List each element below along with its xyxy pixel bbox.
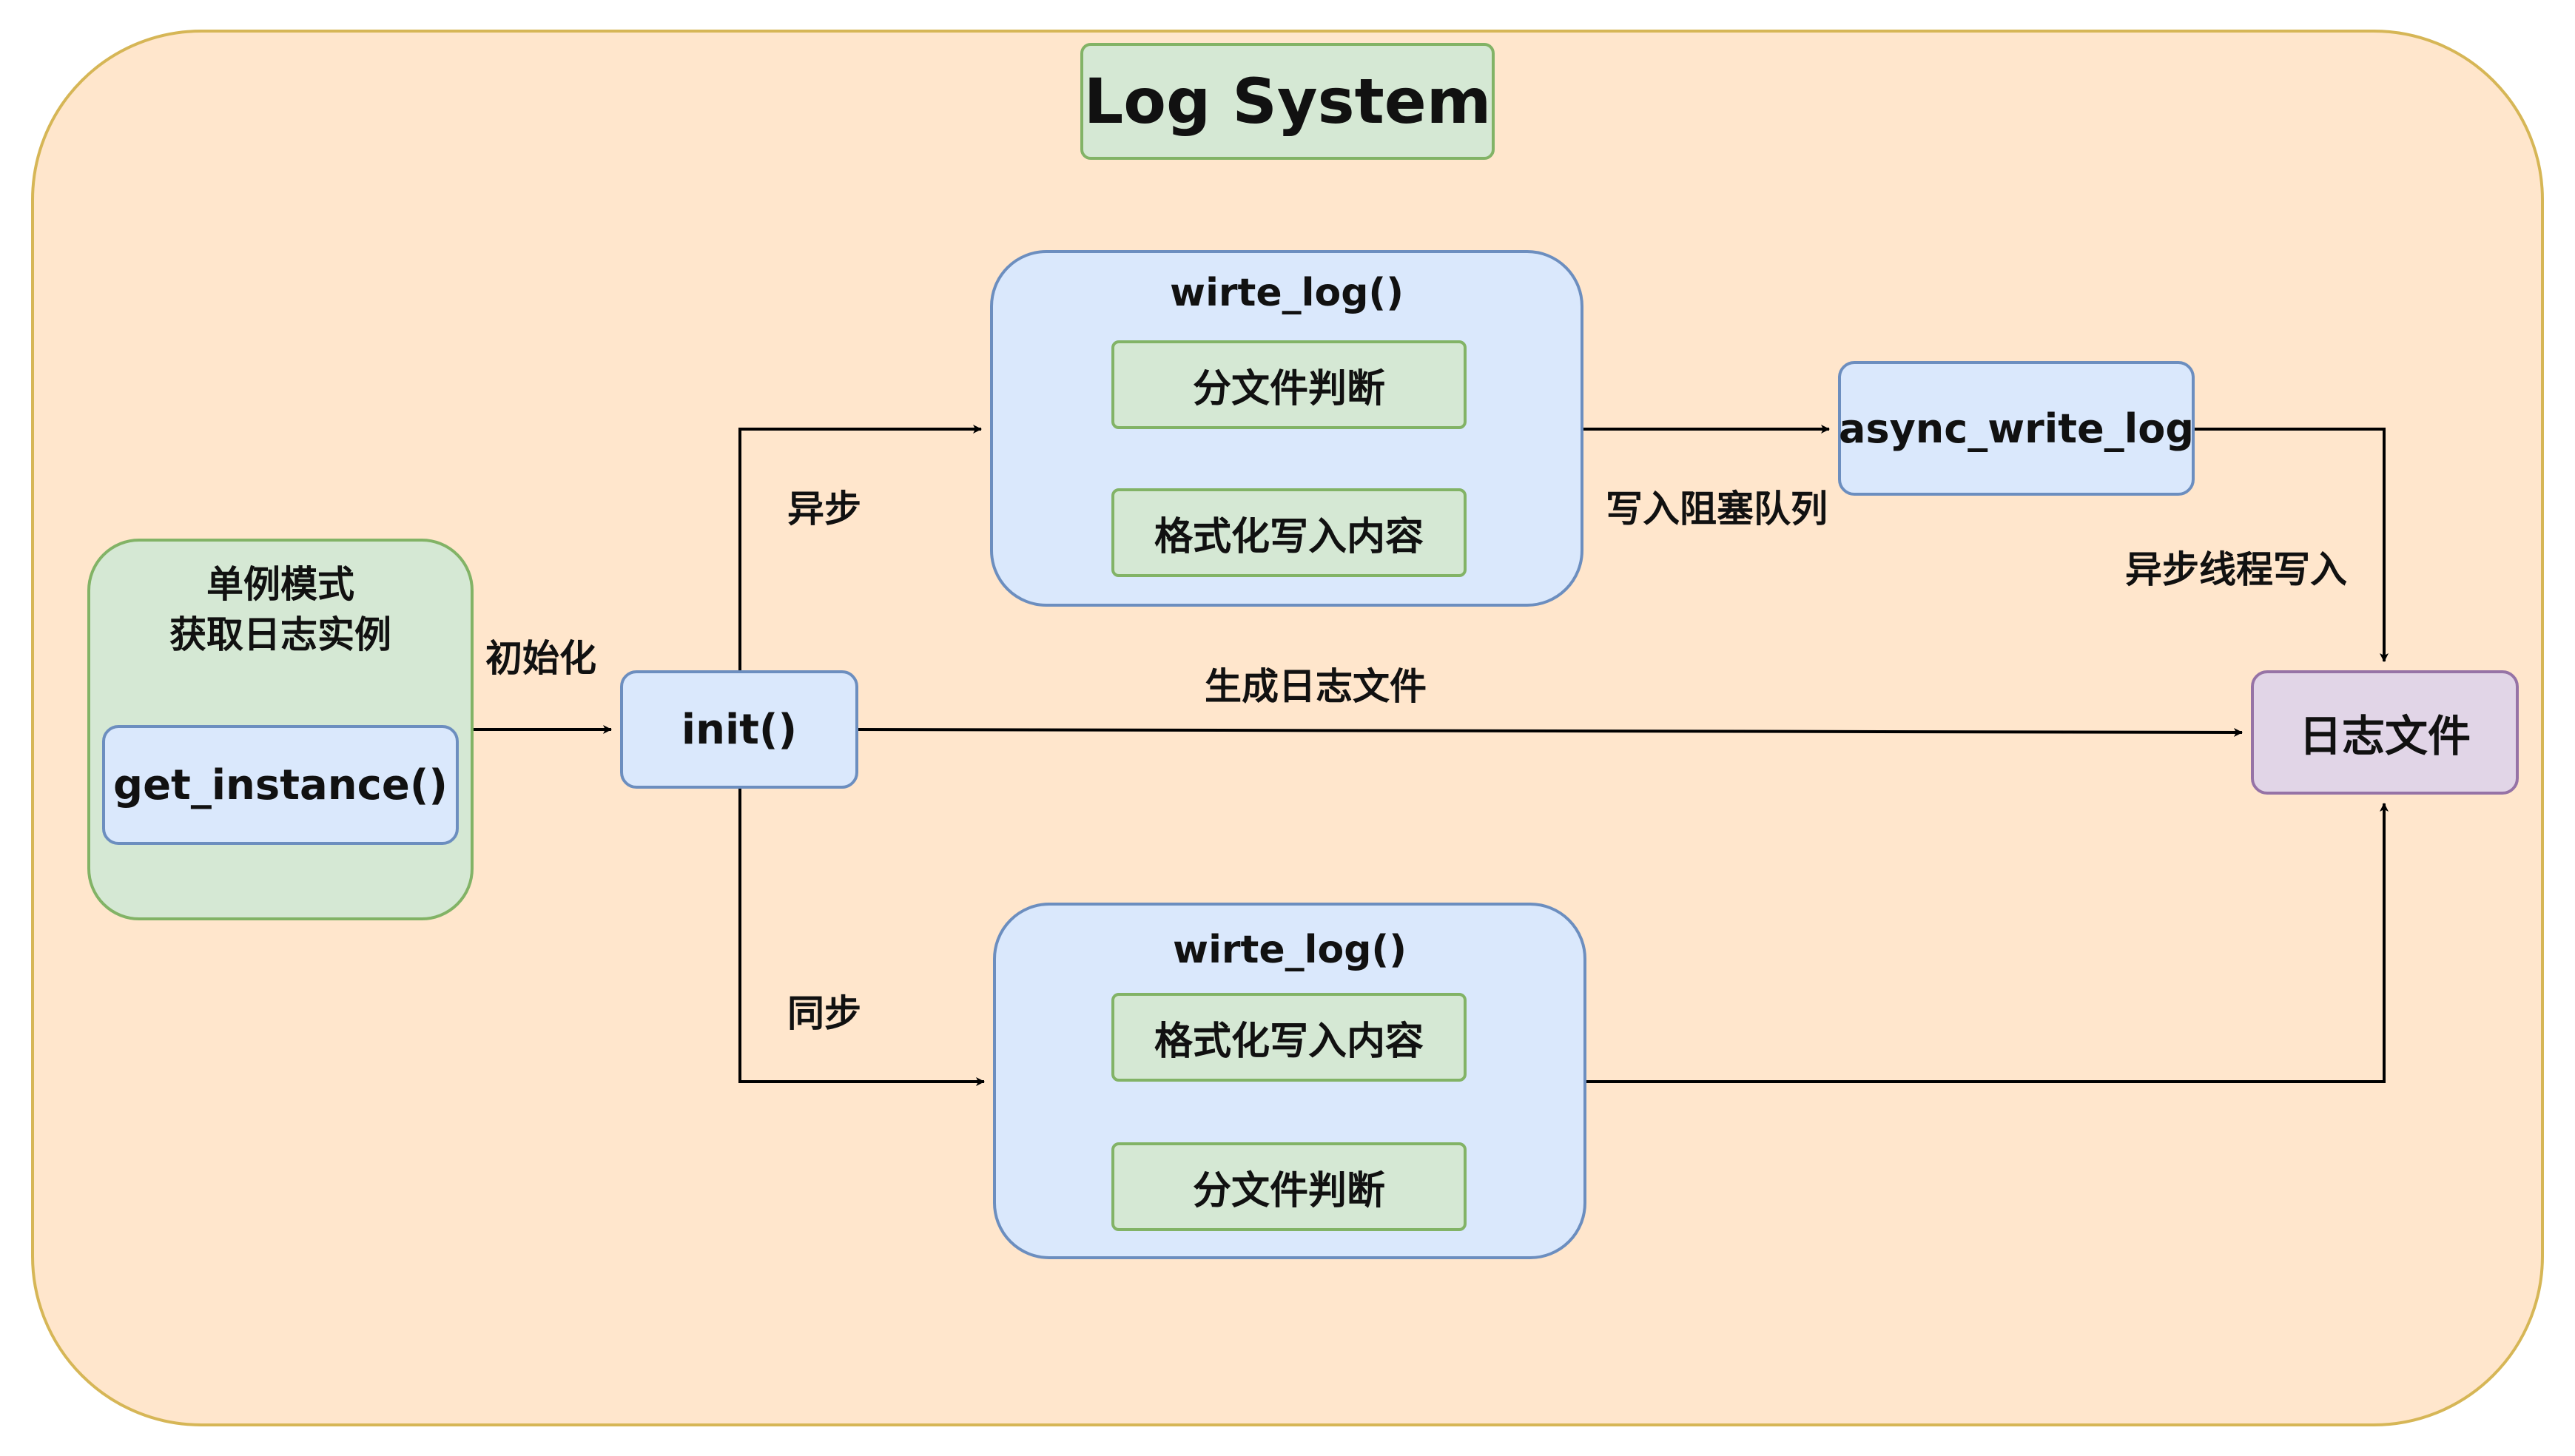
sync-step-format-write-label: 格式化写入内容: [1154, 1019, 1424, 1064]
async-step-format-write: 格式化写入内容: [1111, 488, 1467, 577]
edge-label-create-file: 生成日志文件: [1205, 665, 1427, 708]
async-writelog-title: wirte_log(): [1170, 271, 1404, 315]
log-file-node: 日志文件: [2251, 670, 2519, 795]
async-step-file-check: 分文件判断: [1111, 340, 1467, 429]
log-file-label: 日志文件: [2298, 711, 2471, 761]
sync-step-file-check: 分文件判断: [1111, 1142, 1467, 1231]
edge-label-async-thread-write: 异步线程写入: [2125, 548, 2347, 591]
edge-init-to-async-writelog: [738, 425, 982, 670]
edge-init-to-sync-writelog: [738, 789, 985, 1086]
sync-step-format-write: 格式化写入内容: [1111, 993, 1467, 1082]
sync-step-file-check-label: 分文件判断: [1192, 1168, 1385, 1213]
sync-writelog-title: wirte_log(): [1173, 928, 1407, 972]
singleton-caption-line2: 获取日志实例: [169, 613, 391, 656]
edge-init-to-logfile: [858, 727, 2243, 737]
singleton-caption-line1: 单例模式: [206, 563, 354, 606]
async-step-format-write-label: 格式化写入内容: [1154, 514, 1424, 559]
get-instance-node: get_instance(): [102, 725, 459, 845]
singleton-caption: 单例模式 获取日志实例: [169, 559, 391, 660]
edge-label-sync: 同步: [787, 992, 861, 1035]
async-step-file-check-label: 分文件判断: [1192, 366, 1385, 411]
async-write-log-node: async_write_log: [1838, 361, 2195, 496]
get-instance-label: get_instance(): [112, 761, 448, 809]
edge-label-initialize: 初始化: [485, 637, 596, 680]
init-node: init(): [620, 670, 858, 789]
init-label: init(): [681, 705, 798, 754]
edge-sync-writelog-to-logfile: [1586, 803, 2389, 1083]
async-write-log-label: async_write_log: [1839, 405, 2194, 452]
edge-label-write-queue: 写入阻塞队列: [1606, 488, 1828, 530]
edge-label-async: 异步: [787, 488, 861, 530]
